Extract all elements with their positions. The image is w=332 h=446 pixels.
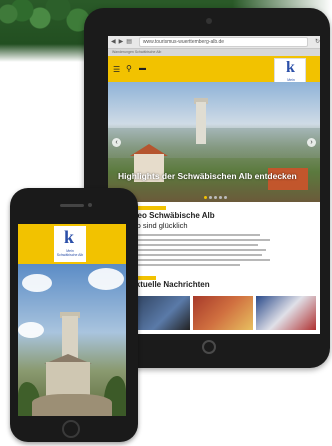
hero-caption[interactable]: Highlights der Schwäbischen Alb entdecke… [118, 171, 297, 181]
text-line [130, 264, 240, 266]
chevron-left-icon[interactable]: ‹ [112, 138, 121, 147]
text-line [130, 239, 270, 241]
tablet-home-button[interactable] [202, 340, 216, 354]
text-line [130, 254, 262, 256]
browser-tab[interactable]: Wanderungen Schwäbische Alb [108, 49, 320, 56]
forward-icon[interactable]: ▶ [119, 39, 124, 45]
back-icon[interactable]: ◀ [111, 39, 116, 45]
phone-speaker [60, 204, 84, 207]
browser-toolbar: ◀ ▶ ▤ www.tourismus-wuerttemberg-alb.de … [108, 36, 320, 49]
castle-body [46, 362, 90, 398]
chevron-right-icon[interactable]: › [307, 138, 316, 147]
news-heading: Aktuelle Nachrichten [130, 280, 210, 289]
article-subtitle: Alb sind glücklich [130, 221, 188, 230]
cloud [22, 274, 52, 292]
carousel-dot[interactable] [224, 196, 227, 199]
phone-header: k Mein Schwäbische Alb [18, 224, 126, 264]
phone-home-button[interactable] [62, 420, 80, 438]
text-line [130, 249, 266, 251]
carousel-dot[interactable] [219, 196, 222, 199]
news-thumbnail[interactable] [130, 296, 190, 330]
hero-image [108, 82, 320, 202]
text-line [130, 259, 270, 261]
hamburger-menu-icon[interactable]: ☰ [113, 65, 120, 74]
cloud [88, 268, 124, 290]
phone-screen: k Mein Schwäbische Alb [18, 224, 126, 416]
url-bar[interactable]: www.tourismus-wuerttemberg-alb.de [138, 37, 308, 47]
castle-rock [32, 394, 112, 416]
hero-tower [196, 102, 206, 144]
search-icon[interactable]: ⚲ [126, 64, 132, 73]
reload-icon[interactable]: ↻ [315, 39, 320, 45]
bus-icon[interactable]: ▬ [139, 65, 146, 72]
castle-image [18, 264, 126, 416]
cloud [18, 322, 44, 338]
text-line [130, 244, 258, 246]
text-line [130, 234, 260, 236]
phone-logo-letter: k [64, 227, 75, 247]
carousel-dot[interactable] [204, 196, 207, 199]
carousel-dot[interactable] [214, 196, 217, 199]
bookmarks-icon[interactable]: ▤ [126, 39, 132, 45]
news-thumbnail[interactable] [256, 296, 316, 330]
phone-camera [88, 203, 92, 207]
tablet-camera [206, 18, 212, 24]
tablet-screen: ◀ ▶ ▤ www.tourismus-wuerttemberg-alb.de … [108, 36, 320, 334]
site-header: ☰ ⚲ ▬ k Mein Schwäbische Alb [108, 56, 320, 90]
carousel-dots[interactable] [204, 196, 227, 199]
carousel-dot[interactable] [209, 196, 212, 199]
news-thumbnails [130, 296, 316, 330]
article-title[interactable]: theo Schwäbische Alb [130, 211, 215, 220]
logo-letter: k [286, 59, 295, 76]
main-content: theo Schwäbische Alb Alb sind glücklich … [108, 202, 320, 334]
news-thumbnail[interactable] [193, 296, 253, 330]
phone-logo-text: Mein Schwäbische Alb [56, 249, 84, 257]
phone-logo[interactable]: k Mein Schwäbische Alb [54, 226, 86, 262]
